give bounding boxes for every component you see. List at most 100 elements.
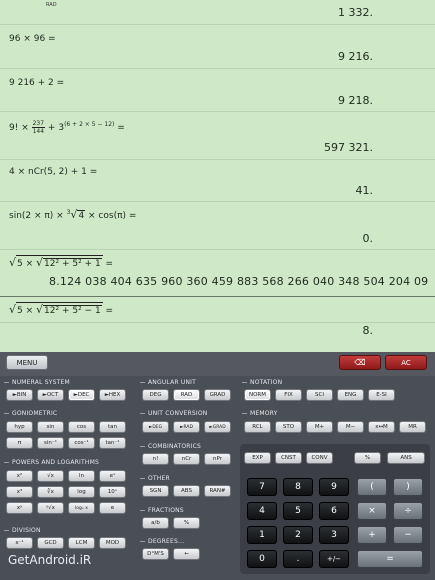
cos-button[interactable]: cos bbox=[68, 421, 95, 433]
to-grad-button[interactable]: ►GRAD bbox=[204, 421, 231, 433]
rad-button[interactable]: RAD bbox=[173, 389, 200, 401]
sto-button[interactable]: STO bbox=[275, 421, 302, 433]
open-paren-button[interactable]: ( bbox=[357, 478, 387, 496]
digit-3-button[interactable]: 3 bbox=[319, 526, 349, 544]
percent-button[interactable]: % bbox=[354, 452, 381, 464]
memory-exchange-button[interactable]: x↔M bbox=[368, 421, 395, 433]
arccos-button[interactable]: cos⁻¹ bbox=[68, 437, 95, 449]
eng-button[interactable]: ENG bbox=[337, 389, 364, 401]
history-expression: sin(2 × π) × 3√4 × cos(π) = bbox=[9, 208, 136, 221]
memory-add-button[interactable]: M+ bbox=[306, 421, 333, 433]
to-deg-button[interactable]: ►DEG bbox=[142, 421, 169, 433]
answer-button[interactable]: ANS bbox=[387, 452, 425, 464]
digit-8-button[interactable]: 8 bbox=[283, 478, 313, 496]
npr-button[interactable]: nPr bbox=[204, 453, 231, 465]
percent-fraction-button[interactable]: % bbox=[173, 517, 200, 529]
history-entry[interactable]: 9! × 237 144 + 3(6 + 2 × 5 − 12) = 597 32… bbox=[0, 112, 435, 160]
radical-icon: √ bbox=[36, 303, 44, 316]
menu-button[interactable]: MENU bbox=[6, 355, 48, 370]
reciprocal-button[interactable]: x⁻¹ bbox=[6, 537, 33, 549]
digit-4-button[interactable]: 4 bbox=[247, 502, 277, 520]
grad-button[interactable]: GRAD bbox=[204, 389, 231, 401]
gcd-button[interactable]: GCD bbox=[37, 537, 64, 549]
digit-5-button[interactable]: 5 bbox=[283, 502, 313, 520]
pow10-button[interactable]: 10ˣ bbox=[99, 486, 126, 498]
to-rad-button[interactable]: ►RAD bbox=[173, 421, 200, 433]
dms-button[interactable]: D°M'S bbox=[142, 548, 169, 560]
sgn-button[interactable]: SGN bbox=[142, 485, 169, 497]
hyp-button[interactable]: hyp bbox=[6, 421, 33, 433]
square-button[interactable]: x² bbox=[6, 470, 33, 482]
exp-e-button[interactable]: eˣ bbox=[99, 470, 126, 482]
history-expression: 9 216 + 2 = bbox=[9, 78, 65, 88]
e-constant-button[interactable]: e bbox=[99, 502, 126, 514]
factorial-button[interactable]: n! bbox=[142, 453, 169, 465]
decimal-point-button[interactable]: . bbox=[283, 550, 313, 568]
digit-6-button[interactable]: 6 bbox=[319, 502, 349, 520]
history-entry[interactable]: √5 × √12² + 5² − 1 = 8. bbox=[0, 297, 435, 352]
log-button[interactable]: log bbox=[68, 486, 95, 498]
all-clear-button[interactable]: AC bbox=[385, 355, 427, 370]
conversion-button[interactable]: CONV bbox=[306, 452, 333, 464]
fix-button[interactable]: FIX bbox=[275, 389, 302, 401]
lcm-button[interactable]: LCM bbox=[68, 537, 95, 549]
to-dec-button[interactable]: ►DEC bbox=[68, 389, 95, 401]
digit-7-button[interactable]: 7 bbox=[247, 478, 277, 496]
digit-9-button[interactable]: 9 bbox=[319, 478, 349, 496]
history-entry[interactable]: 96 × 96 = 9 216. bbox=[0, 25, 435, 69]
history-entry[interactable]: √5 × √12² + 5² + 1 = bbox=[0, 250, 435, 297]
sin-button[interactable]: sin bbox=[37, 421, 64, 433]
plus-button[interactable]: + bbox=[357, 526, 387, 544]
constants-button[interactable]: CNST bbox=[275, 452, 302, 464]
equals-button[interactable]: = bbox=[357, 550, 423, 568]
arctan-button[interactable]: tan⁻¹ bbox=[99, 437, 126, 449]
fraction: 237 144 bbox=[31, 120, 46, 135]
backspace-button[interactable]: ⌫ bbox=[339, 355, 381, 370]
history-entry[interactable]: sin(2 × π) × 3√4 × cos(π) = 0. bbox=[0, 202, 435, 250]
digit-2-button[interactable]: 2 bbox=[283, 526, 313, 544]
e-si-button[interactable]: E-SI bbox=[368, 389, 395, 401]
memory-recall-button[interactable]: MR bbox=[399, 421, 426, 433]
sign-toggle-button[interactable]: +/− bbox=[319, 550, 349, 568]
nth-root-button[interactable]: ʸ√x bbox=[37, 502, 64, 514]
norm-button[interactable]: NORM bbox=[244, 389, 271, 401]
sqrt-button[interactable]: √x bbox=[37, 470, 64, 482]
history-entry[interactable]: 9 216 + 2 = 9 218. bbox=[0, 69, 435, 112]
to-bin-button[interactable]: ►BIN bbox=[6, 389, 33, 401]
minus-button[interactable]: − bbox=[393, 526, 423, 544]
memory-subtract-button[interactable]: M− bbox=[337, 421, 364, 433]
random-button[interactable]: RAN# bbox=[204, 485, 231, 497]
log-base-button[interactable]: logₓ x bbox=[68, 502, 95, 514]
fraction-button[interactable]: a/b bbox=[142, 517, 169, 529]
radical-icon: √ bbox=[70, 208, 78, 221]
expr-part: × cos(π) = bbox=[85, 211, 137, 221]
digit-0-button[interactable]: 0 bbox=[247, 550, 277, 568]
tan-button[interactable]: tan bbox=[99, 421, 126, 433]
multiply-button[interactable]: × bbox=[357, 502, 387, 520]
pi-button[interactable]: π bbox=[6, 437, 33, 449]
history-entry[interactable]: 4 × nCr(5, 2) + 1 = 41. bbox=[0, 160, 435, 202]
ncr-button[interactable]: nCr bbox=[173, 453, 200, 465]
group-label-other: OTHER bbox=[140, 475, 170, 482]
close-paren-button[interactable]: ) bbox=[393, 478, 423, 496]
power-button[interactable]: xʸ bbox=[6, 502, 33, 514]
expr-part: sin(2 × π) × bbox=[9, 211, 67, 221]
cube-button[interactable]: x³ bbox=[6, 486, 33, 498]
ln-button[interactable]: ln bbox=[68, 470, 95, 482]
mod-button[interactable]: MOD bbox=[99, 537, 126, 549]
deg-button[interactable]: DEG bbox=[142, 389, 169, 401]
divide-button[interactable]: ÷ bbox=[393, 502, 423, 520]
arcsin-button[interactable]: sin⁻¹ bbox=[37, 437, 64, 449]
abs-button[interactable]: ABS bbox=[173, 485, 200, 497]
dms-reverse-button[interactable]: ← bbox=[173, 548, 200, 560]
radical-icon: √ bbox=[9, 256, 17, 269]
rcl-button[interactable]: RCL bbox=[244, 421, 271, 433]
exp-button[interactable]: EXP bbox=[244, 452, 271, 464]
sci-button[interactable]: SCI bbox=[306, 389, 333, 401]
to-hex-button[interactable]: ►HEX bbox=[99, 389, 126, 401]
digit-1-button[interactable]: 1 bbox=[247, 526, 277, 544]
radicand: 12² + 5² − 1 bbox=[43, 305, 102, 316]
to-oct-button[interactable]: ►OCT bbox=[37, 389, 64, 401]
cube-root-button[interactable]: ∛x bbox=[37, 486, 64, 498]
history-expression: √5 × √12² + 5² − 1 = bbox=[9, 302, 113, 316]
